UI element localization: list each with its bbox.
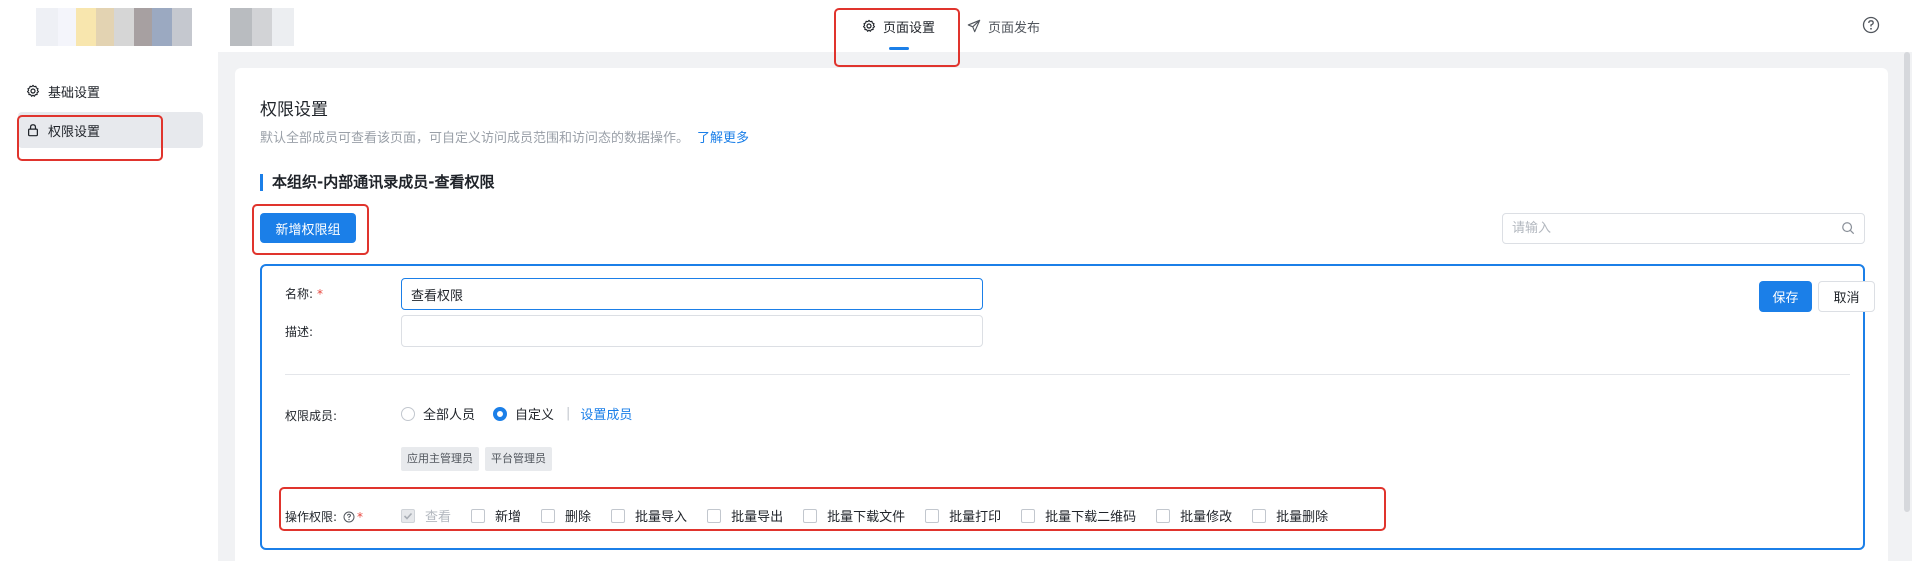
checkbox-add[interactable]: 新增: [471, 506, 521, 525]
sidebar-item-label: 权限设置: [48, 124, 101, 140]
radio-button[interactable]: [401, 406, 415, 421]
search-input[interactable]: [1503, 214, 1823, 243]
sidebar-item-label: 基础设置: [48, 85, 101, 101]
operation-checkbox-group: 查看 新增 删除 批量导入 批量导出 批量下载文件 批量打印 批量下载二维码 批…: [401, 506, 1348, 525]
required-mark: *: [357, 509, 364, 524]
checkbox-batch-download-files[interactable]: 批量下载文件: [803, 506, 905, 525]
set-members-link[interactable]: 设置成员: [580, 404, 632, 423]
sidebar-item-basic-settings[interactable]: 基础设置: [18, 73, 203, 109]
page-description: 默认全部成员可查看该页面，可自定义访问成员范围和访问态的数据操作。 了解更多: [260, 127, 749, 146]
tab-page-publish-label: 页面发布: [988, 20, 1041, 36]
name-input[interactable]: [401, 278, 983, 310]
checkbox-batch-delete[interactable]: 批量删除: [1252, 506, 1328, 525]
checkbox-batch-import[interactable]: 批量导入: [611, 506, 687, 525]
lock-icon: [28, 124, 38, 137]
add-permission-group-button[interactable]: 新增权限组: [260, 213, 356, 243]
search-icon[interactable]: [1841, 221, 1855, 235]
save-button[interactable]: 保存: [1759, 281, 1812, 312]
checkbox-view: 查看: [401, 506, 451, 525]
checkbox-batch-print[interactable]: 批量打印: [925, 506, 1001, 525]
gear-icon: [862, 19, 876, 32]
checkbox[interactable]: [1252, 508, 1267, 523]
name-label: 名称: *: [285, 287, 324, 301]
required-mark: *: [317, 287, 324, 301]
send-icon: [967, 19, 981, 33]
member-tag: 平台管理员: [485, 447, 552, 471]
main-content-card: 权限设置 默认全部成员可查看该页面，可自定义访问成员范围和访问态的数据操作。 了解…: [235, 68, 1888, 561]
checkbox[interactable]: [541, 508, 556, 523]
page-scrollbar[interactable]: [1904, 52, 1910, 512]
sidebar-item-permission-settings[interactable]: 权限设置: [18, 112, 203, 148]
gear-icon: [26, 84, 40, 97]
checkbox[interactable]: [1021, 508, 1036, 523]
tab-page-settings[interactable]: 页面设置: [850, 0, 947, 52]
permission-group-editor: 名称:* 描述: 保存 取消 权限成员: 全部人员 自定义 | 设置成员 应用主…: [260, 264, 1875, 550]
help-circle-icon[interactable]: [343, 511, 355, 523]
header-tabs: 页面设置 页面发布: [850, 0, 1052, 52]
page-title: 权限设置: [260, 100, 328, 120]
checkbox[interactable]: [471, 508, 486, 523]
description-text: 默认全部成员可查看该页面，可自定义访问成员范围和访问态的数据操作。: [260, 131, 690, 146]
radio-all-members[interactable]: 全部人员: [401, 404, 475, 423]
checkbox[interactable]: [1156, 508, 1171, 523]
cancel-button[interactable]: 取消: [1818, 281, 1875, 312]
tab-page-settings-label: 页面设置: [883, 20, 936, 36]
description-input[interactable]: [401, 315, 983, 347]
description-label: 描述:: [285, 325, 314, 339]
checkbox-batch-export[interactable]: 批量导出: [707, 506, 783, 525]
divider: [285, 374, 1850, 375]
learn-more-link[interactable]: 了解更多: [697, 131, 749, 146]
radio-button[interactable]: [493, 406, 508, 421]
search-box: [1502, 213, 1865, 244]
checkbox[interactable]: [925, 508, 940, 523]
member-scope-radio-group: 全部人员 自定义 | 设置成员: [401, 404, 632, 423]
checkbox[interactable]: [803, 508, 818, 523]
radio-custom[interactable]: 自定义: [493, 404, 554, 423]
active-tab-indicator: [888, 47, 909, 50]
section-title: 本组织-内部通讯录成员-查看权限: [260, 174, 494, 191]
separator: |: [566, 406, 571, 421]
sidebar: 基础设置 权限设置: [0, 52, 218, 561]
app-logo: [36, 8, 294, 46]
checkbox-batch-edit[interactable]: 批量修改: [1156, 506, 1232, 525]
checkbox: [401, 508, 415, 523]
checkbox-delete[interactable]: 删除: [541, 506, 591, 525]
members-label: 权限成员:: [285, 409, 338, 423]
tab-page-publish[interactable]: 页面发布: [955, 0, 1052, 52]
help-circle-icon[interactable]: [1862, 16, 1880, 34]
member-tags: 应用主管理员 平台管理员: [401, 447, 552, 471]
checkbox-batch-download-qrcode[interactable]: 批量下载二维码: [1021, 506, 1136, 525]
operation-permission-label: 操作权限: *: [285, 509, 364, 525]
checkbox[interactable]: [611, 508, 626, 523]
member-tag: 应用主管理员: [401, 447, 479, 471]
checkbox[interactable]: [707, 508, 722, 523]
top-bar: 页面设置 页面发布: [0, 0, 1912, 52]
